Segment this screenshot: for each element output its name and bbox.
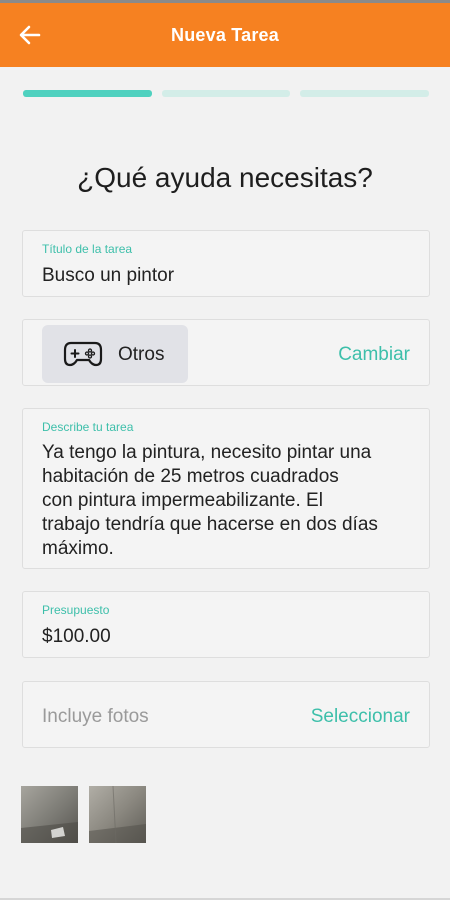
progress-step-3	[300, 90, 429, 97]
app-bar: Nueva Tarea	[0, 3, 450, 67]
budget-field[interactable]: Presupuesto $100.00	[22, 591, 430, 658]
task-title-field[interactable]: Título de la tarea Busco un pintor	[22, 230, 430, 297]
photo-thumbnail[interactable]	[21, 786, 78, 843]
task-description-field[interactable]: Describe tu tarea Ya tengo la pintura, n…	[22, 408, 430, 569]
description-line: con pintura impermeabilizante. El	[42, 490, 323, 511]
task-description-value[interactable]: Ya tengo la pintura, necesito pintar una…	[42, 441, 412, 561]
task-description-label: Describe tu tarea	[42, 420, 134, 434]
app-bar-title: Nueva Tarea	[171, 25, 279, 45]
category-chip[interactable]: Otros	[42, 325, 188, 383]
photos-placeholder: Incluye fotos	[42, 706, 149, 727]
description-line: habitación de 25 metros cuadrados	[42, 466, 339, 487]
gamepad-icon	[63, 341, 103, 367]
description-line: Ya tengo la pintura, necesito pintar una	[42, 442, 372, 463]
task-title-value[interactable]: Busco un pintor	[42, 265, 174, 287]
description-line: trabajo tendría que hacerse en dos días	[42, 514, 378, 535]
budget-label: Presupuesto	[42, 603, 110, 617]
task-title-label: Título de la tarea	[42, 242, 133, 256]
photos-field: Incluye fotos Seleccionar	[22, 681, 430, 748]
description-line: máximo.	[42, 538, 114, 559]
progress-step-2	[162, 90, 290, 97]
category-label: Otros	[118, 344, 165, 365]
page-heading: ¿Qué ayuda necesitas?	[77, 162, 373, 193]
photo-thumbnail[interactable]	[89, 786, 146, 843]
select-photos-button[interactable]: Seleccionar	[311, 706, 410, 728]
category-field: Otros Cambiar	[22, 319, 430, 386]
budget-value[interactable]: $100.00	[42, 626, 111, 648]
progress-step-1	[23, 90, 152, 97]
change-category-button[interactable]: Cambiar	[338, 344, 410, 366]
